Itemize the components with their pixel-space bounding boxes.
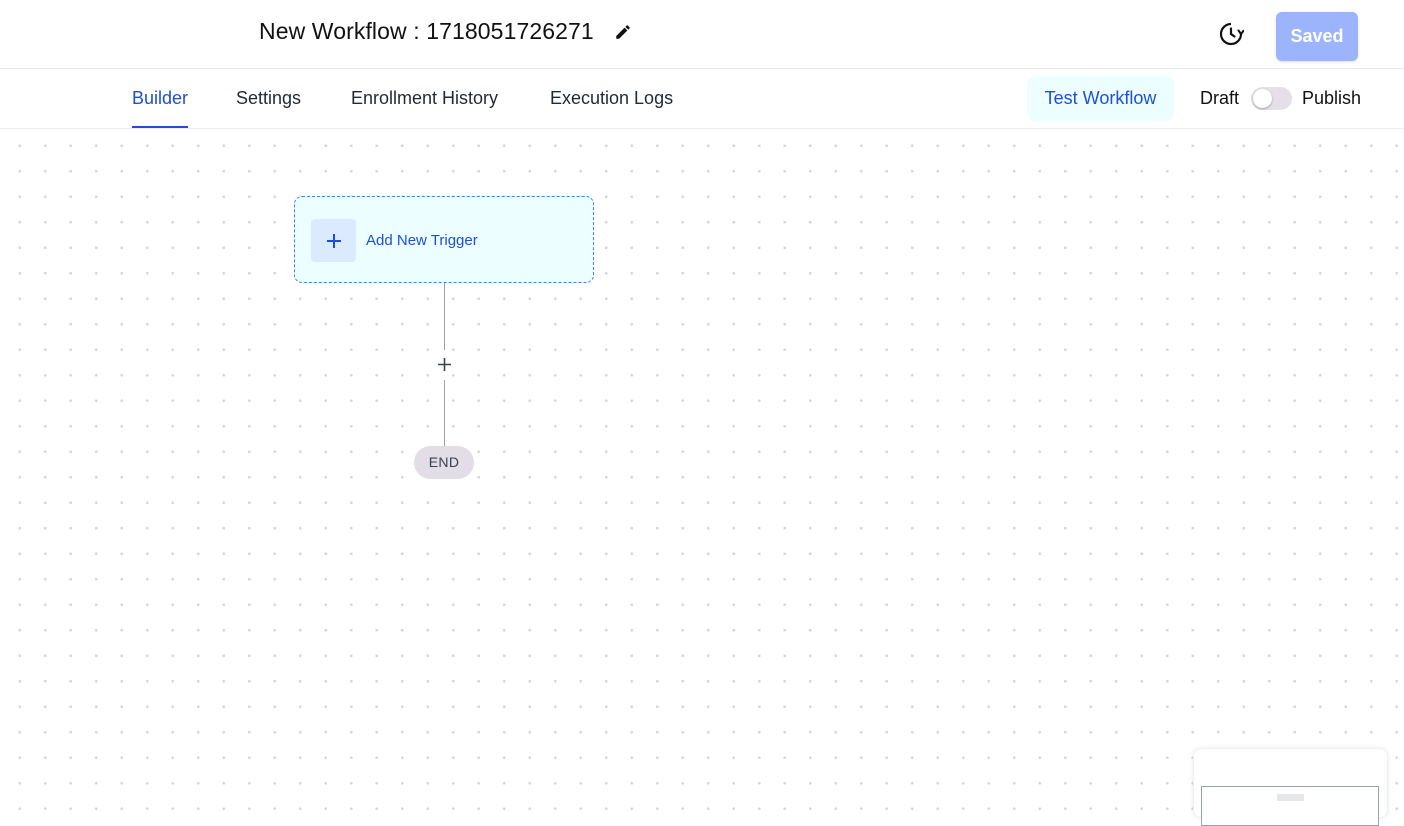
end-node: END [414,446,474,479]
top-bar: New Workflow : 1718051726271 Saved [0,0,1404,69]
minimap-viewport[interactable] [1201,786,1379,826]
add-trigger-label: Add New Trigger [366,232,478,249]
plus-icon [438,358,451,371]
history-icon[interactable] [1218,21,1245,47]
plus-icon [311,219,356,262]
workflow-title: New Workflow : 1718051726271 [259,18,594,44]
pencil-icon[interactable] [614,23,632,41]
connector-line [444,380,445,446]
saved-button[interactable]: Saved [1276,12,1358,61]
minimap-node [1277,794,1304,801]
workflow-canvas[interactable]: Add New Trigger END [0,130,1404,826]
tab-bar: Builder Settings Enrollment History Exec… [0,69,1404,129]
test-workflow-button[interactable]: Test Workflow [1027,76,1174,121]
tab-enrollment-history[interactable]: Enrollment History [351,69,498,128]
tab-builder[interactable]: Builder [132,69,189,128]
add-step-button[interactable] [434,354,455,375]
connector-line [444,283,445,350]
tab-settings[interactable]: Settings [236,69,301,128]
workflow-title-group: New Workflow : 1718051726271 [259,18,632,45]
draft-label: Draft [1200,88,1240,108]
publish-label: Publish [1302,88,1362,108]
minimap[interactable] [1193,748,1388,826]
toggle-knob [1253,89,1272,108]
publish-toggle[interactable] [1251,87,1292,110]
add-trigger-card[interactable]: Add New Trigger [294,196,594,283]
tab-execution-logs[interactable]: Execution Logs [550,69,673,128]
